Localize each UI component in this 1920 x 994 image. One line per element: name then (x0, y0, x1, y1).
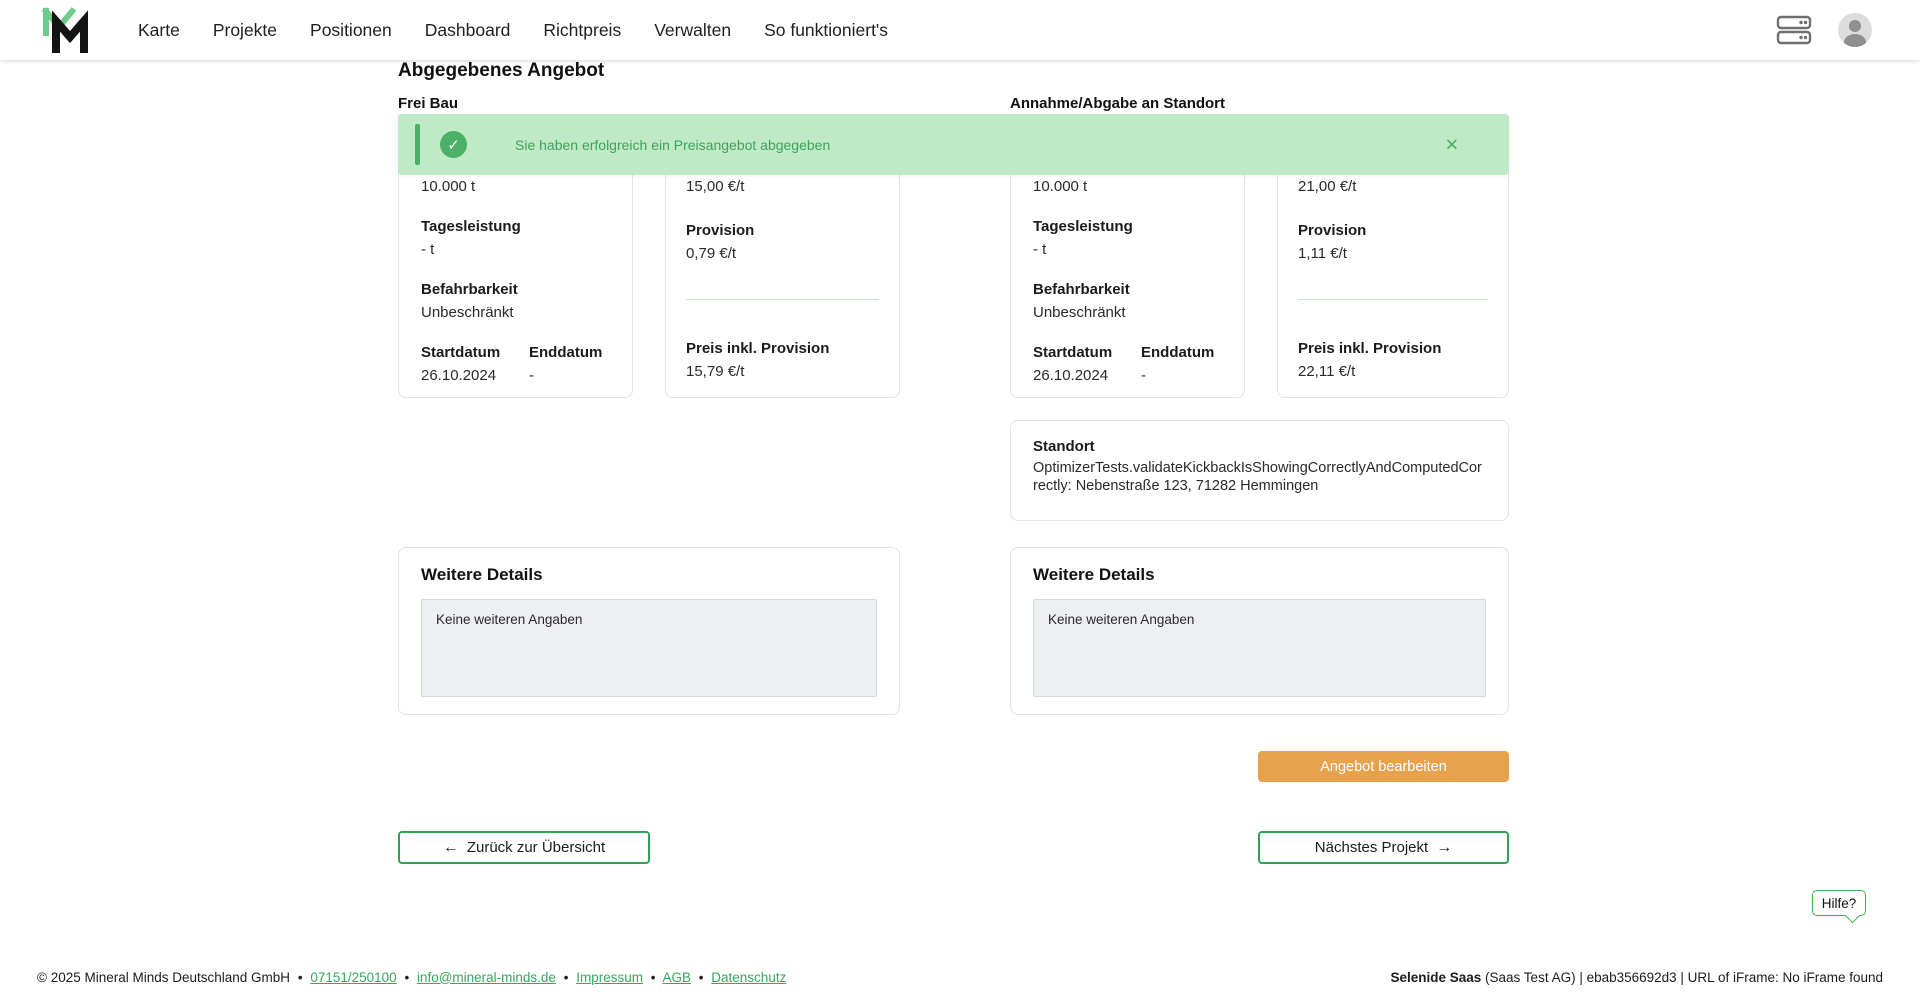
toast-accent-bar (415, 124, 420, 165)
total-price-label: Preis inkl. Provision (686, 340, 830, 357)
standort-card: Standort OptimizerTests.validateKickback… (1010, 420, 1509, 521)
close-icon[interactable]: ✕ (1445, 136, 1459, 153)
toast-message: Sie haben erfolgreich ein Preisangebot a… (515, 136, 831, 153)
nav-item-verwalten[interactable]: Verwalten (654, 20, 731, 41)
commission-value: 0,79 €/t (686, 245, 737, 262)
total-price-label: Preis inkl. Provision (1298, 340, 1442, 357)
trafficability-value: Unbeschränkt (421, 304, 514, 321)
footer-separator: • (698, 969, 704, 985)
commission-value: 1,11 €/t (1298, 245, 1347, 262)
mineral-minds-logo[interactable] (40, 5, 90, 55)
standort-value: OptimizerTests.validateKickbackIsShowing… (1033, 460, 1482, 494)
standort-label: Standort (1033, 438, 1095, 455)
user-avatar-icon[interactable] (1838, 13, 1872, 47)
success-toast: ✓ Sie haben erfolgreich ein Preisangebot… (398, 114, 1509, 175)
trafficability-value: Unbeschränkt (1033, 304, 1126, 321)
end-date-label: Enddatum (529, 344, 603, 361)
trafficability-label: Befahrbarkeit (421, 281, 518, 298)
quantity-value: 10.000 t (1033, 178, 1088, 195)
footer-left: © 2025 Mineral Minds Deutschland GmbH • … (37, 970, 786, 985)
next-project-button[interactable]: Nächstes Projekt → (1258, 831, 1509, 864)
start-date-label: Startdatum (1033, 344, 1113, 361)
daily-output-label: Tagesleistung (421, 218, 521, 235)
offer-price-value: 15,00 €/t (686, 178, 745, 195)
more-details-textarea: Keine weiteren Angaben (421, 599, 877, 697)
offer-page: Abgegebenes Angebot Frei Bau Annahme/Abg… (398, 60, 1509, 864)
footer-privacy-link[interactable]: Datenschutz (711, 970, 786, 985)
section-heading-frei-bau: Frei Bau (398, 95, 459, 112)
price-divider (1298, 299, 1488, 300)
total-price-value: 15,79 €/t (686, 363, 745, 380)
daily-output-value: - t (1033, 241, 1047, 258)
end-date-value: - (529, 367, 534, 384)
main-nav: Karte Projekte Positionen Dashboard Rich… (138, 20, 888, 41)
page-title: Abgegebenes Angebot (398, 60, 605, 81)
footer-imprint-link[interactable]: Impressum (576, 970, 643, 985)
quantity-value: 10.000 t (421, 178, 476, 195)
copyright-text: © 2025 Mineral Minds Deutschland GmbH (37, 969, 291, 985)
next-button-label: Nächstes Projekt (1314, 839, 1429, 856)
nav-item-dashboard[interactable]: Dashboard (425, 20, 511, 41)
commission-label: Provision (1298, 222, 1367, 239)
footer-separator: • (650, 969, 656, 985)
total-price-value: 22,11 €/t (1298, 363, 1356, 380)
nav-item-so-funktionierts[interactable]: So funktioniert's (764, 20, 888, 41)
start-date-value: 26.10.2024 (1033, 367, 1109, 384)
footer-email-link[interactable]: info@mineral-minds.de (417, 970, 556, 985)
footer: © 2025 Mineral Minds Deutschland GmbH • … (0, 960, 1920, 994)
trafficability-label: Befahrbarkeit (1033, 281, 1130, 298)
nav-item-richtpreis[interactable]: Richtpreis (543, 20, 621, 41)
nav-item-karte[interactable]: Karte (138, 20, 180, 41)
more-details-heading: Weitere Details (421, 565, 543, 584)
start-date-value: 26.10.2024 (421, 367, 497, 384)
footer-separator: • (404, 969, 410, 985)
help-button[interactable]: Hilfe? (1812, 890, 1866, 916)
footer-terms-link[interactable]: AGB (663, 970, 692, 985)
more-details-card-left: Weitere Details Keine weiteren Angaben (398, 547, 900, 715)
nav-item-projekte[interactable]: Projekte (213, 20, 277, 41)
back-to-overview-button[interactable]: ← Zurück zur Übersicht (398, 831, 650, 864)
price-divider (686, 299, 879, 300)
back-button-label: Zurück zur Übersicht (466, 839, 606, 856)
daily-output-label: Tagesleistung (1033, 218, 1133, 235)
arrow-left-icon: ← (442, 838, 459, 856)
start-date-label: Startdatum (421, 344, 501, 361)
footer-phone-link[interactable]: 07151/250100 (310, 970, 396, 985)
nav-item-positionen[interactable]: Positionen (310, 20, 392, 41)
end-date-value: - (1141, 367, 1146, 384)
section-heading-annahme-abgabe: Annahme/Abgabe an Standort (1010, 95, 1226, 112)
footer-app-info: (Saas Test AG) | ebab356692d3 | URL of i… (1481, 969, 1883, 985)
footer-separator: • (297, 969, 303, 985)
footer-separator: • (563, 969, 569, 985)
end-date-label: Enddatum (1141, 344, 1215, 361)
commission-label: Provision (686, 222, 755, 239)
more-details-heading: Weitere Details (1033, 565, 1155, 584)
offer-price-value: 21,00 €/t (1298, 178, 1357, 195)
arrow-right-icon: → (1436, 838, 1453, 856)
check-circle-icon: ✓ (440, 131, 467, 158)
logo-mark-icon (41, 7, 88, 53)
top-nav-bar: Karte Projekte Positionen Dashboard Rich… (0, 0, 1920, 60)
footer-right: Selenide Saas (Saas Test AG) | ebab35669… (1390, 970, 1883, 985)
dns-icon[interactable] (1776, 15, 1812, 45)
more-details-textarea: Keine weiteren Angaben (1033, 599, 1486, 697)
daily-output-value: - t (421, 241, 435, 258)
more-details-card-right: Weitere Details Keine weiteren Angaben (1010, 547, 1509, 715)
edit-offer-button[interactable]: Angebot bearbeiten (1258, 751, 1509, 782)
footer-app-name: Selenide Saas (1390, 969, 1482, 985)
